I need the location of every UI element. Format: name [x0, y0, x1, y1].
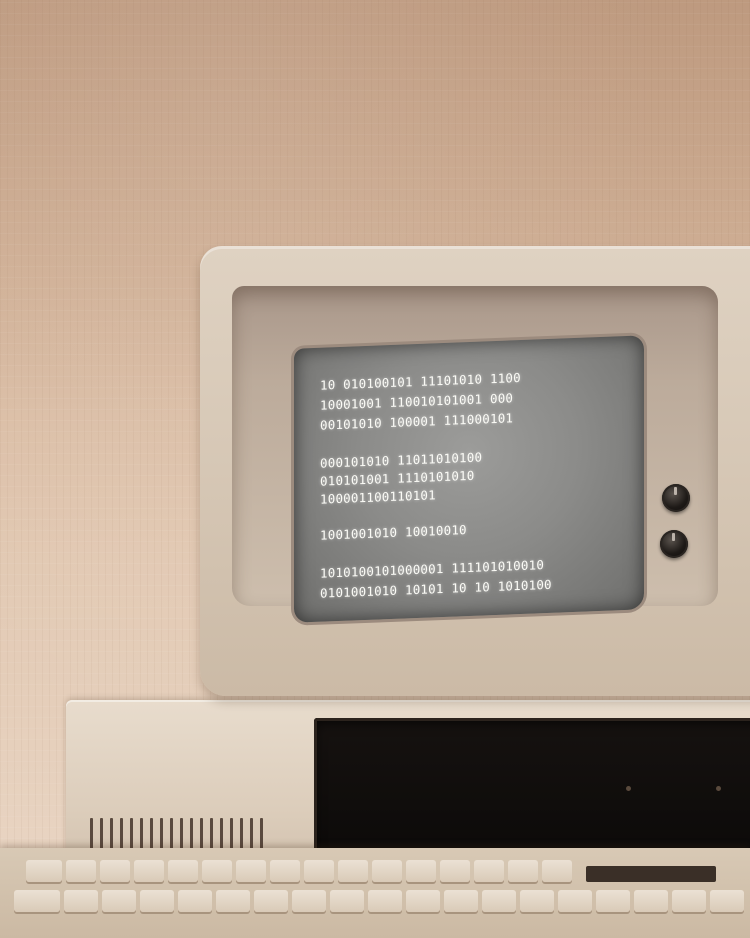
keyboard-key[interactable] [304, 860, 334, 882]
keyboard-key[interactable] [254, 890, 288, 912]
keyboard-key[interactable] [330, 890, 364, 912]
keyboard-key[interactable] [26, 860, 62, 882]
keyboard-key[interactable] [372, 860, 402, 882]
keyboard-key[interactable] [444, 890, 478, 912]
keyboard-key[interactable] [474, 860, 504, 882]
binary-line: 00101010 100001 111000101 [320, 410, 514, 433]
drive-light [716, 786, 721, 791]
keyboard-slot [586, 866, 716, 882]
keyboard-key[interactable] [134, 860, 164, 882]
keyboard-key[interactable] [140, 890, 174, 912]
key-row [14, 890, 744, 912]
binary-line: 10 010100101 11101010 1100 [320, 370, 521, 393]
keyboard-key[interactable] [672, 890, 706, 912]
keyboard-key[interactable] [508, 860, 538, 882]
binary-line: 10001001 110010101001 000 [320, 390, 514, 413]
keyboard-key[interactable] [178, 890, 212, 912]
drive-bay [314, 718, 750, 858]
keyboard-key[interactable] [202, 860, 232, 882]
keyboard-key[interactable] [100, 860, 130, 882]
crt-screen: 10 010100101 11101010 1100 10001001 1100… [294, 335, 644, 623]
brightness-knob-icon[interactable] [662, 484, 690, 512]
contrast-knob-icon[interactable] [660, 530, 688, 558]
keyboard-key[interactable] [168, 860, 198, 882]
keyboard-key[interactable] [542, 860, 572, 882]
retro-computer-photo: 10 010100101 11101010 1100 10001001 1100… [0, 0, 750, 938]
keyboard-key[interactable] [482, 890, 516, 912]
keyboard-key[interactable] [338, 860, 368, 882]
keyboard-key[interactable] [634, 890, 668, 912]
keyboard-key[interactable] [14, 890, 60, 912]
keyboard-key[interactable] [236, 860, 266, 882]
keyboard-key[interactable] [406, 860, 436, 882]
binary-line: 1001001010 10010010 [320, 522, 467, 543]
keyboard-key[interactable] [440, 860, 470, 882]
binary-line: 1010100101000001 111101010010 [320, 557, 545, 581]
binary-line: 0101001010 10101 10 10 1010100 [320, 576, 552, 601]
key-row [26, 860, 572, 882]
keyboard-key[interactable] [520, 890, 554, 912]
drive-light [626, 786, 631, 791]
keyboard-key[interactable] [710, 890, 744, 912]
crt-monitor: 10 010100101 11101010 1100 10001001 1100… [200, 246, 750, 696]
binary-line: 100001100110101 [320, 487, 436, 507]
keyboard-key[interactable] [66, 860, 96, 882]
keyboard [0, 848, 750, 938]
keyboard-key[interactable] [406, 890, 440, 912]
keyboard-key[interactable] [368, 890, 402, 912]
binary-line: 010101001 1110101010 [320, 467, 475, 489]
keyboard-key[interactable] [102, 890, 136, 912]
keyboard-key[interactable] [216, 890, 250, 912]
keyboard-key[interactable] [596, 890, 630, 912]
keyboard-key[interactable] [558, 890, 592, 912]
keyboard-key[interactable] [270, 860, 300, 882]
keyboard-key[interactable] [64, 890, 98, 912]
keyboard-key[interactable] [292, 890, 326, 912]
